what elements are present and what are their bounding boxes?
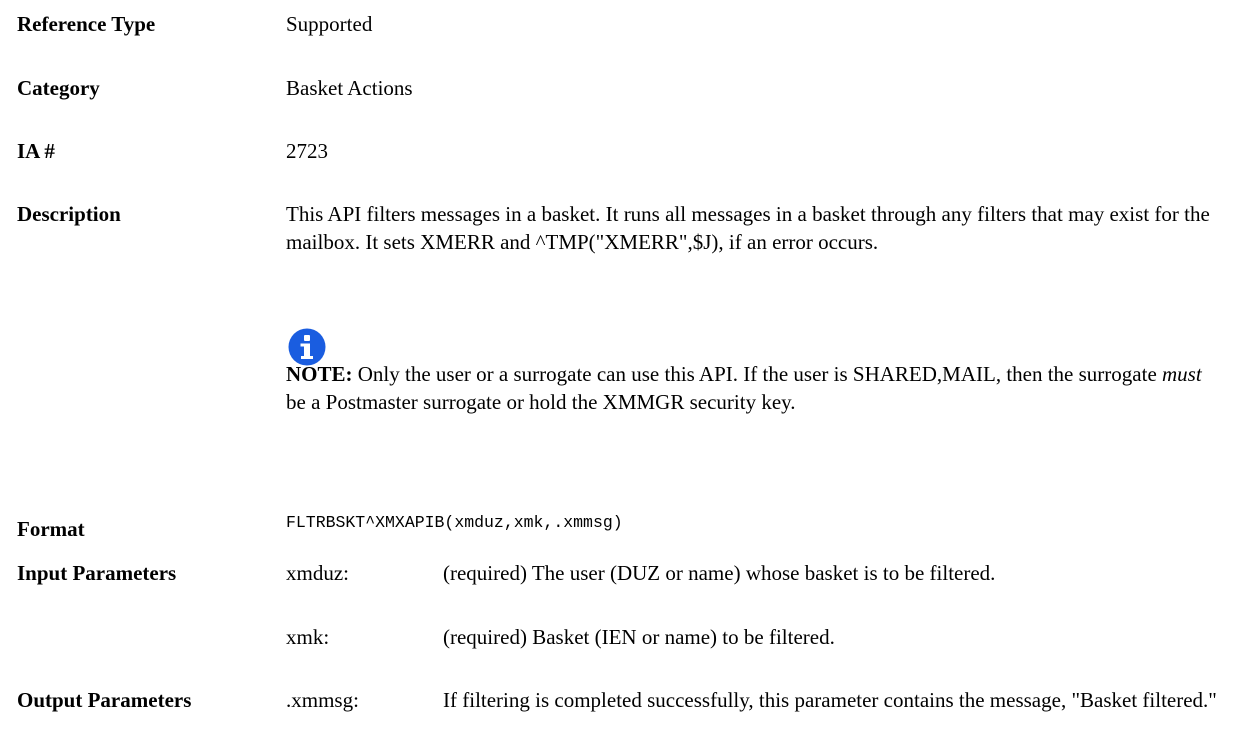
reference-type-label: Reference Type bbox=[17, 12, 156, 36]
input-param-name: xmduz: bbox=[286, 561, 349, 585]
input-param-name: xmk: bbox=[286, 625, 330, 649]
format-label: Format bbox=[17, 517, 85, 541]
output-param-name: .xmmsg: bbox=[286, 688, 359, 712]
ia-label: IA # bbox=[17, 139, 55, 163]
category-value: Basket Actions bbox=[286, 76, 413, 100]
note-emphasis: must bbox=[1162, 362, 1202, 386]
note-text-after: be a Postmaster surrogate or hold the XM… bbox=[286, 390, 796, 414]
note-text-before: Only the user or a surrogate can use thi… bbox=[352, 362, 1163, 386]
input-param-desc: (required) The user (DUZ or name) whose … bbox=[443, 561, 996, 585]
note-text: NOTE: Only the user or a surrogate can u… bbox=[286, 360, 1216, 416]
output-param-desc: If filtering is completed successfully, … bbox=[443, 688, 1217, 712]
category-label: Category bbox=[17, 76, 100, 100]
format-value: FLTRBSKT^XMXAPIB(xmduz,xmk,.xmmsg) bbox=[286, 513, 623, 532]
output-parameters-label: Output Parameters bbox=[17, 688, 192, 712]
description-label: Description bbox=[17, 202, 121, 226]
note-label: NOTE: bbox=[286, 362, 353, 386]
input-param-desc: (required) Basket (IEN or name) to be fi… bbox=[443, 625, 835, 649]
description-text: This API filters messages in a basket. I… bbox=[286, 202, 1210, 254]
input-parameters-label: Input Parameters bbox=[17, 561, 177, 585]
reference-type-value: Supported bbox=[286, 12, 373, 36]
ia-value: 2723 bbox=[286, 139, 328, 163]
